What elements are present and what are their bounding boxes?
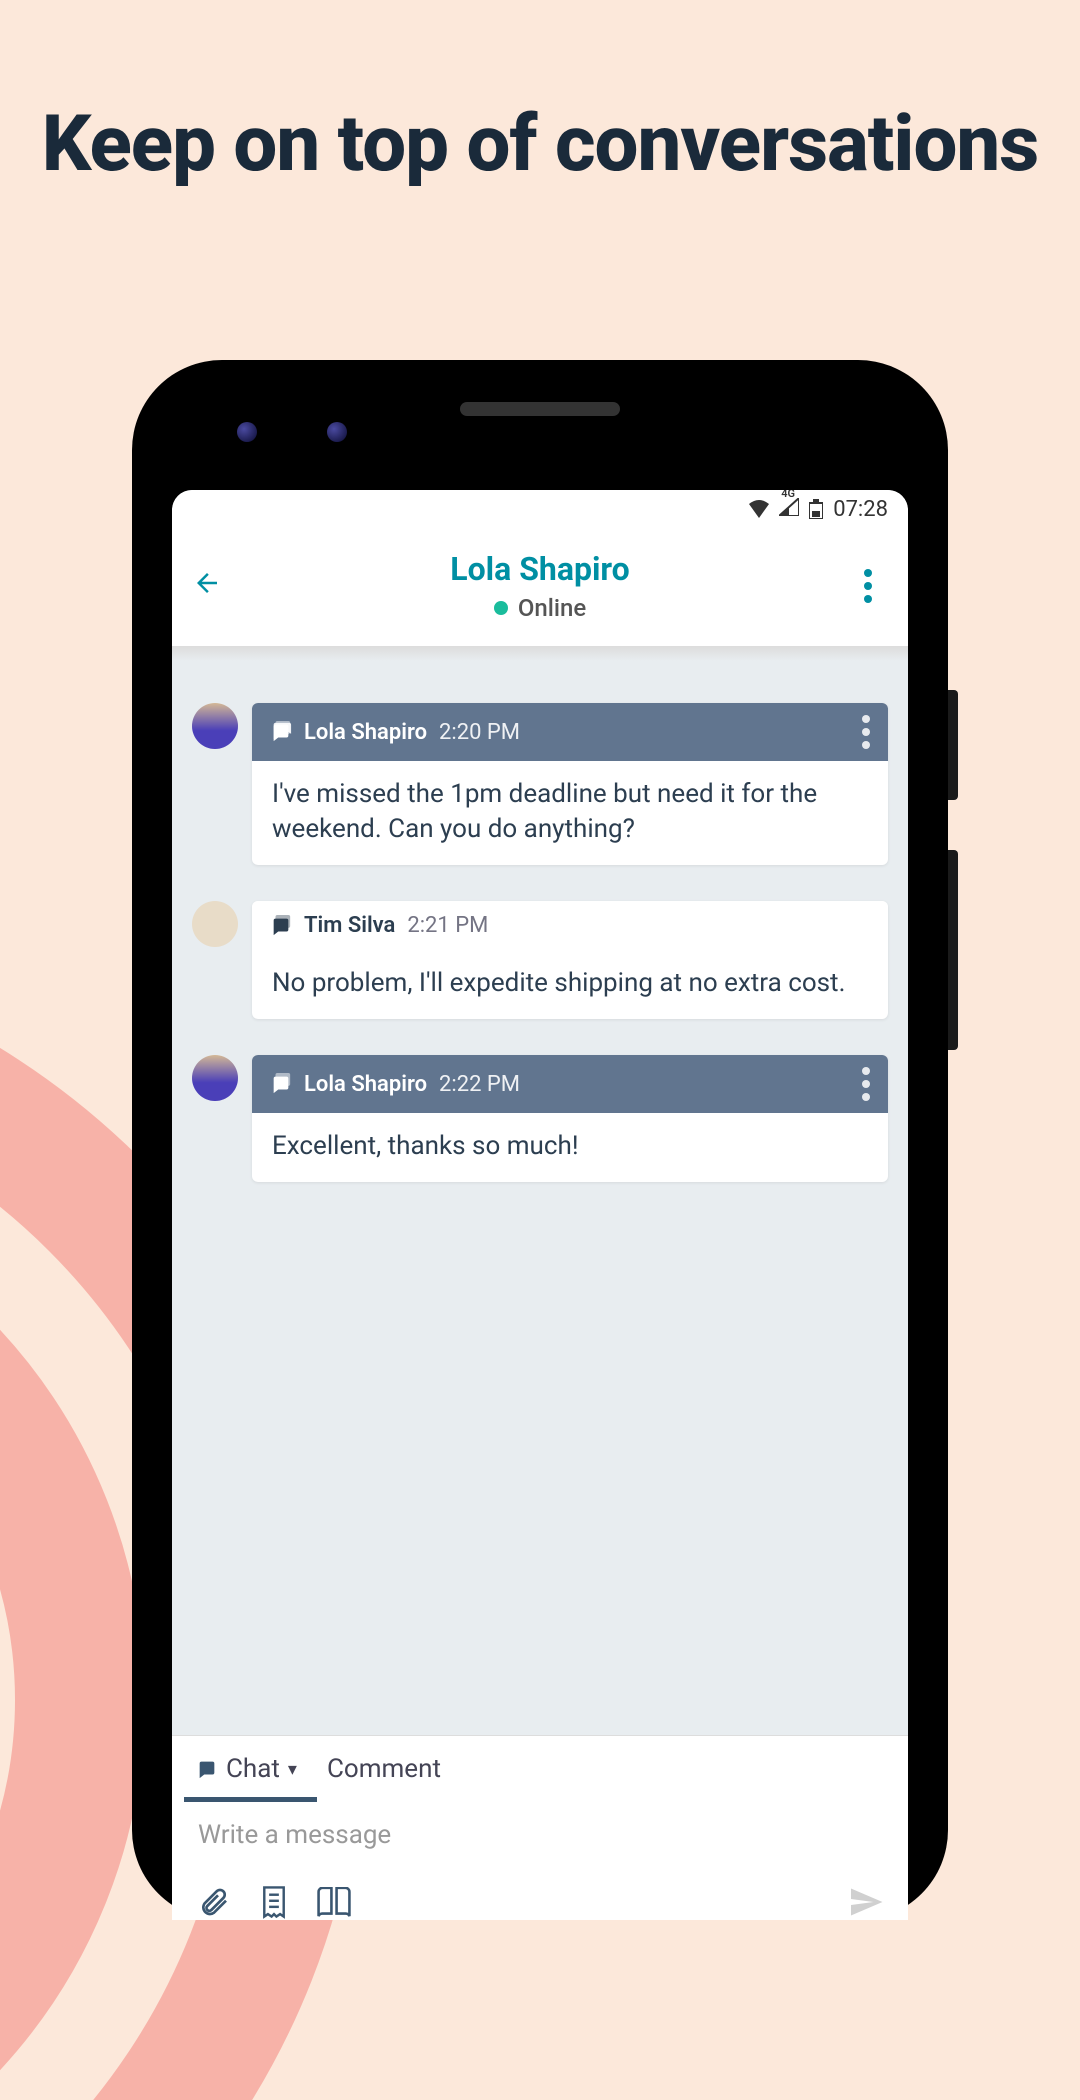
message-time: 2:22 PM <box>439 1072 520 1097</box>
phone-speaker <box>460 402 620 416</box>
phone-frame: 4G 07:28 Lola Shapiro Online <box>132 360 948 1920</box>
wifi-icon <box>749 500 769 518</box>
message-row: Tim Silva 2:21 PM No problem, I'll exped… <box>192 901 888 1019</box>
screen: 4G 07:28 Lola Shapiro Online <box>172 490 908 1920</box>
message-sender: Lola Shapiro <box>304 720 427 745</box>
phone-side-button <box>948 850 958 1050</box>
message-time: 2:21 PM <box>407 913 488 938</box>
send-button[interactable] <box>848 1884 884 1920</box>
message-body: Excellent, thanks so much! <box>252 1113 888 1182</box>
input-area: Chat ▾ Comment Write a message <box>172 1735 908 1920</box>
status-bar: 4G 07:28 <box>172 490 908 528</box>
compose-input[interactable]: Write a message <box>172 1800 908 1870</box>
status-text: Online <box>518 594 586 622</box>
contact-name: Lola Shapiro <box>232 550 848 588</box>
avatar[interactable] <box>192 703 238 749</box>
chat-icon <box>270 1073 292 1095</box>
chevron-down-icon: ▾ <box>288 1759 297 1780</box>
header-menu-button[interactable] <box>848 569 888 603</box>
message-menu-button[interactable] <box>862 1067 870 1101</box>
signal-icon <box>779 498 799 516</box>
tab-comment-label: Comment <box>327 1754 441 1784</box>
message-card[interactable]: Lola Shapiro 2:20 PM I've missed the 1pm… <box>252 703 888 865</box>
message-body: No problem, I'll expedite shipping at no… <box>252 950 888 1019</box>
camera-dot <box>327 422 347 442</box>
avatar[interactable] <box>192 901 238 947</box>
battery-icon <box>809 499 823 519</box>
receipt-button[interactable] <box>256 1884 292 1920</box>
message-sender: Tim Silva <box>304 913 395 938</box>
message-body: I've missed the 1pm deadline but need it… <box>252 761 888 865</box>
message-sender: Lola Shapiro <box>304 1072 427 1097</box>
phone-side-button <box>948 690 958 800</box>
clock: 07:28 <box>833 497 888 522</box>
online-indicator <box>494 601 508 615</box>
tab-comment[interactable]: Comment <box>327 1754 441 1800</box>
message-row: Lola Shapiro 2:20 PM I've missed the 1pm… <box>192 703 888 865</box>
tab-chat[interactable]: Chat ▾ <box>196 1754 297 1800</box>
tab-chat-label: Chat <box>226 1754 280 1784</box>
message-menu-button[interactable] <box>862 715 870 749</box>
message-card[interactable]: Lola Shapiro 2:22 PM Excellent, thanks s… <box>252 1055 888 1182</box>
chat-icon <box>196 1758 218 1780</box>
camera-dot <box>237 422 257 442</box>
attachment-button[interactable] <box>196 1884 232 1920</box>
promo-headline: Keep on top of conversations <box>0 0 1080 190</box>
messages-list: Lola Shapiro 2:20 PM I've missed the 1pm… <box>172 661 908 1735</box>
message-card[interactable]: Tim Silva 2:21 PM No problem, I'll exped… <box>252 901 888 1019</box>
message-time: 2:20 PM <box>439 720 520 745</box>
back-button[interactable] <box>192 565 232 607</box>
chat-header: Lola Shapiro Online <box>172 528 908 647</box>
message-row: Lola Shapiro 2:22 PM Excellent, thanks s… <box>192 1055 888 1182</box>
avatar[interactable] <box>192 1055 238 1101</box>
book-button[interactable] <box>316 1884 352 1920</box>
network-label: 4G <box>781 490 795 500</box>
chat-icon <box>270 915 292 937</box>
divider <box>172 647 908 661</box>
chat-icon <box>270 721 292 743</box>
